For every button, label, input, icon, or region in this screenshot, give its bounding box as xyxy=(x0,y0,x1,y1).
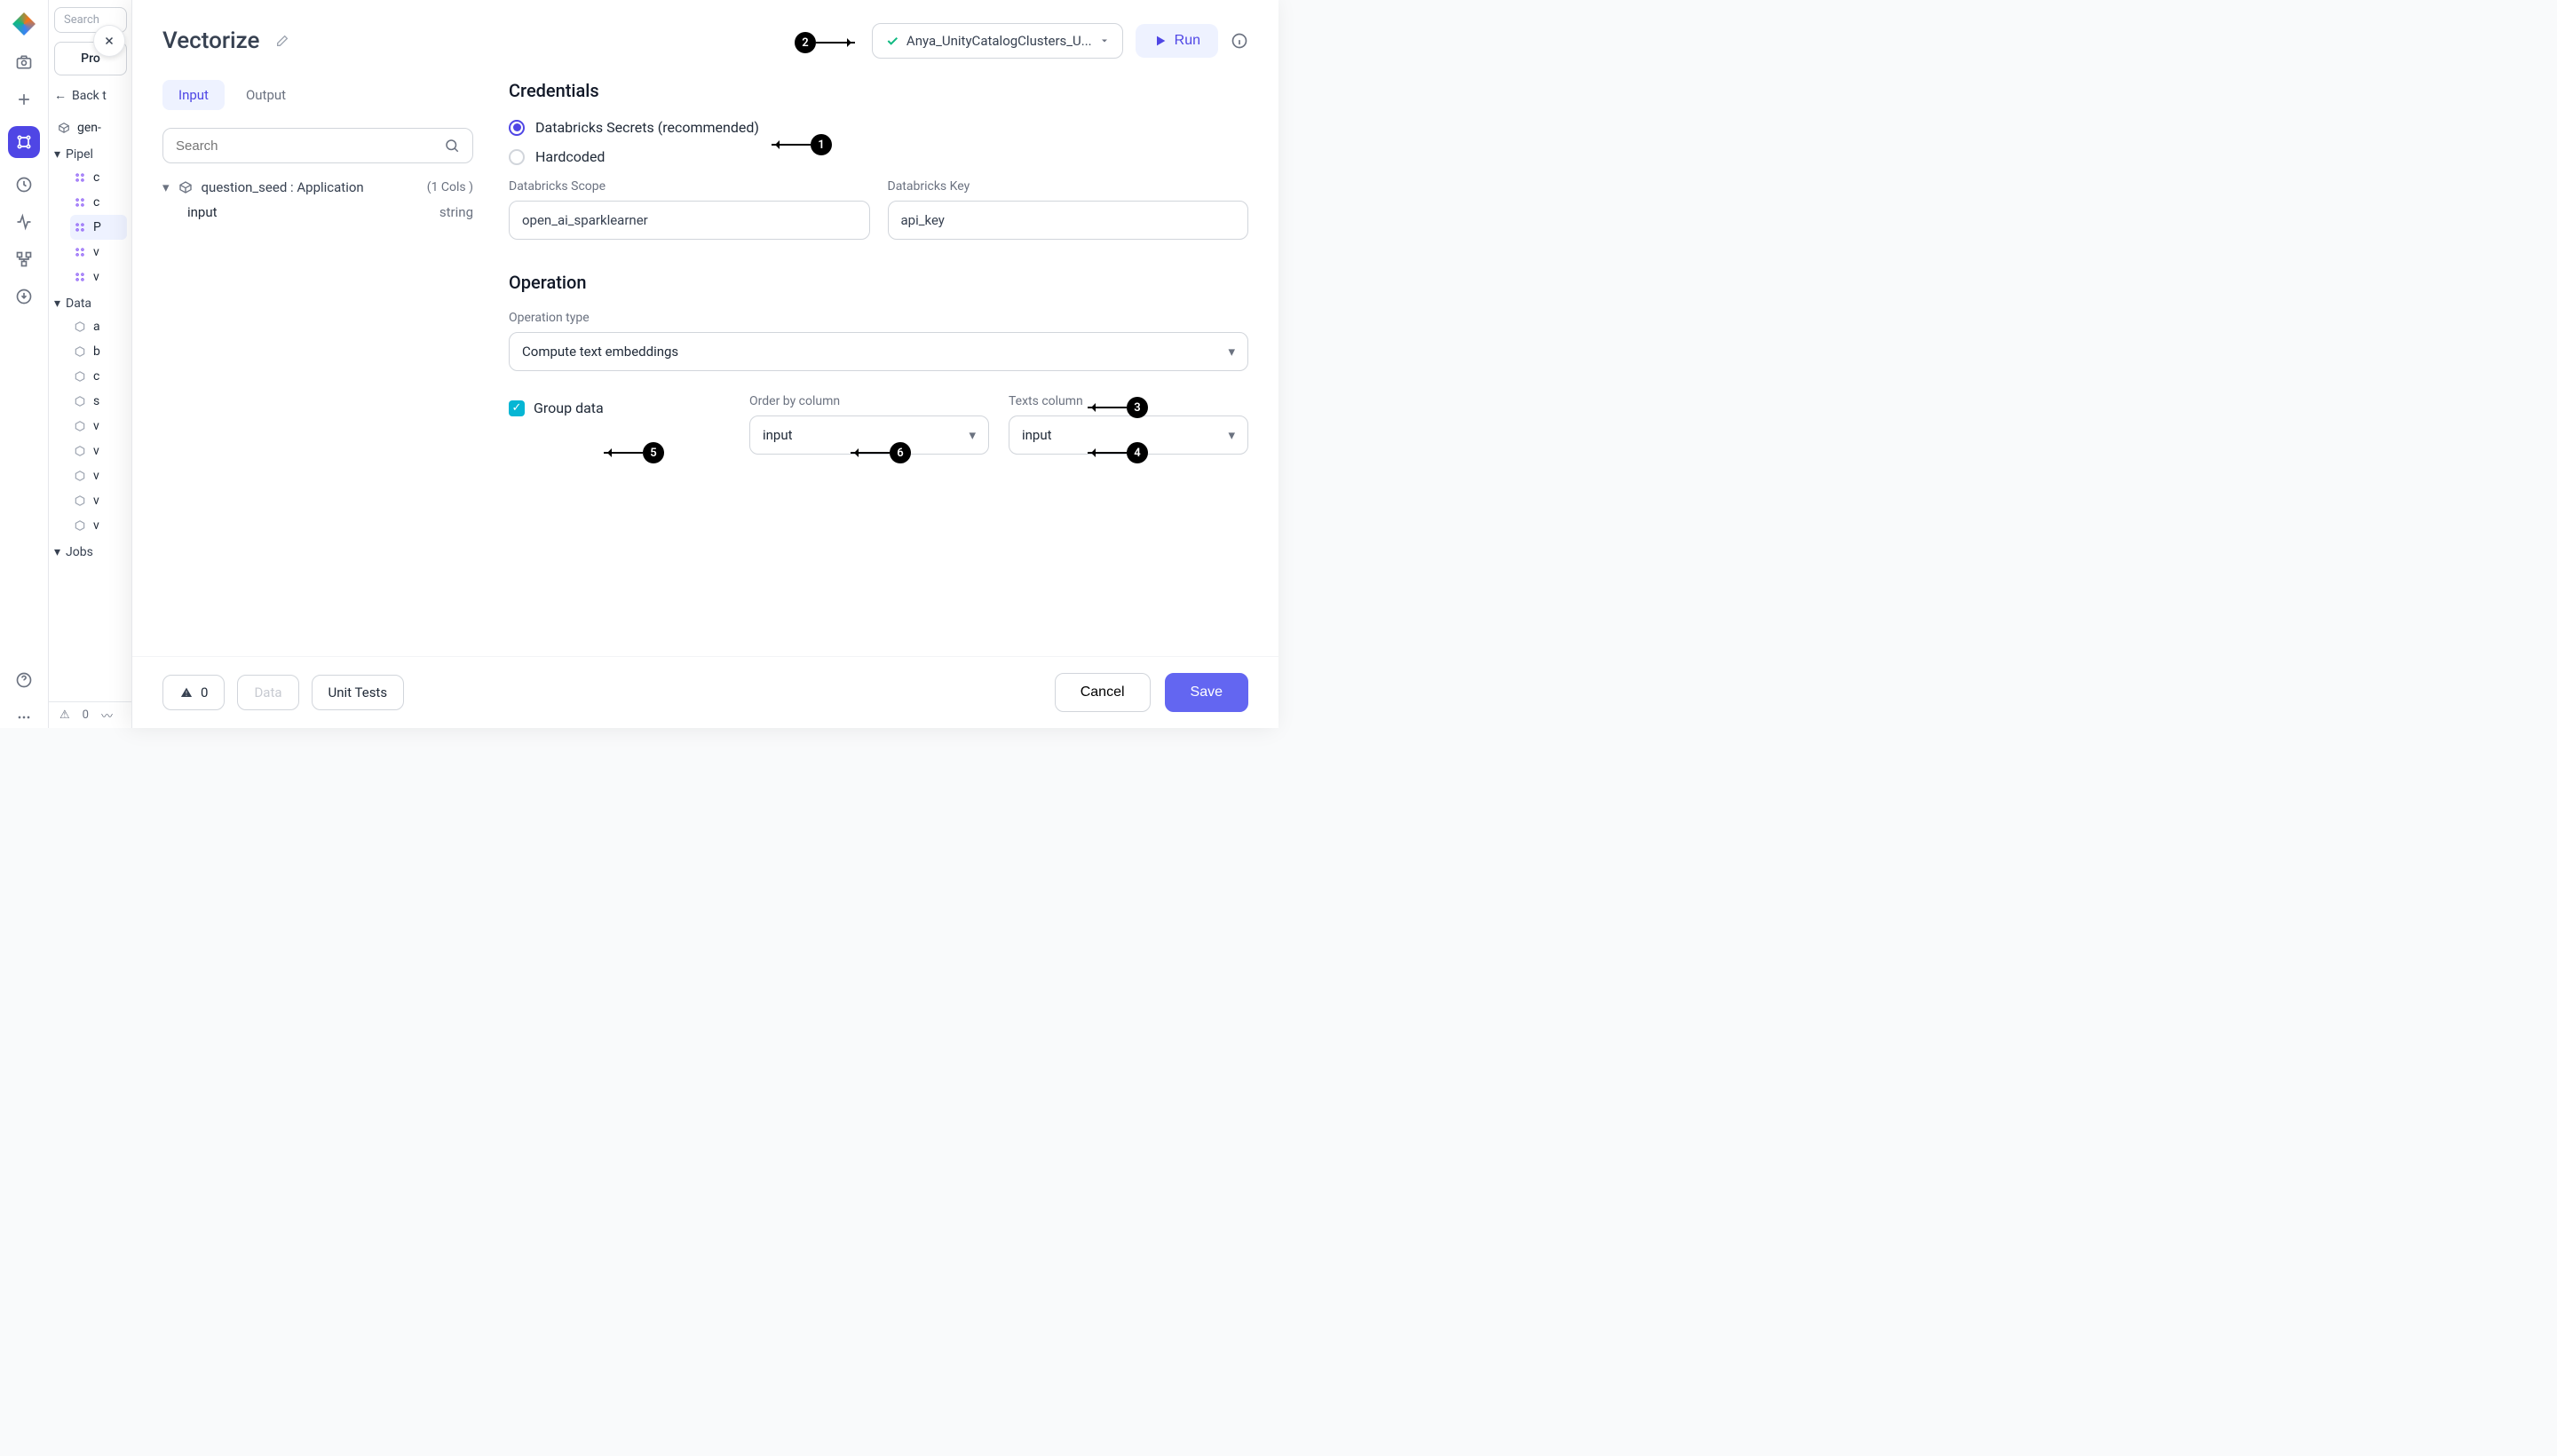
warning-icon: ⚠ xyxy=(59,708,70,722)
credentials-heading: Credentials xyxy=(509,80,1248,101)
group-data-checkbox[interactable]: ✓ Group data xyxy=(509,394,730,416)
info-icon[interactable] xyxy=(1231,32,1248,50)
radio-icon xyxy=(509,120,525,136)
dataset-item[interactable]: c xyxy=(70,364,127,389)
section-datasets[interactable]: ▾Data xyxy=(54,297,127,311)
texts-column-label: Texts column xyxy=(1009,394,1248,408)
dataset-item[interactable]: b xyxy=(70,339,127,364)
tab-input[interactable]: Input xyxy=(162,80,225,110)
search-icon xyxy=(444,138,460,154)
dataset-item[interactable]: v xyxy=(70,439,127,463)
nodes-icon[interactable] xyxy=(13,249,35,270)
scope-input[interactable]: open_ai_sparklearner xyxy=(509,201,870,240)
warning-count: 0 xyxy=(83,708,89,722)
operation-type-select[interactable]: Compute text embeddings ▾ xyxy=(509,332,1248,371)
order-by-select[interactable]: input▾ xyxy=(749,415,989,455)
help-icon[interactable] xyxy=(13,669,35,691)
pipeline-item[interactable]: v xyxy=(70,240,127,265)
dataset-item[interactable]: v xyxy=(70,463,127,488)
pipeline-item[interactable]: c xyxy=(70,190,127,215)
pipeline-item[interactable]: P xyxy=(70,215,127,240)
dataset-item[interactable]: v xyxy=(70,488,127,513)
dataset-item[interactable]: v xyxy=(70,414,127,439)
tree-root[interactable]: gen- xyxy=(54,115,127,140)
section-jobs[interactable]: ▾Jobs xyxy=(54,545,127,559)
config-form: Credentials Databricks Secrets (recommen… xyxy=(509,67,1248,656)
vectorize-panel: Vectorize Anya_UnityCatalogClusters_U...… xyxy=(131,0,1278,728)
cluster-name: Anya_UnityCatalogClusters_U... xyxy=(906,33,1092,49)
back-link[interactable]: ←Back t xyxy=(54,88,127,103)
operation-type-label: Operation type xyxy=(509,311,590,325)
chevron-down-icon xyxy=(1099,36,1110,46)
play-icon xyxy=(1153,34,1168,48)
texts-column-select[interactable]: input▾ xyxy=(1009,415,1248,455)
nav-rail xyxy=(0,0,49,728)
key-input[interactable]: api_key xyxy=(888,201,1249,240)
save-button[interactable]: Save xyxy=(1165,673,1248,712)
pipeline-item[interactable]: c xyxy=(70,165,127,190)
unit-tests-button[interactable]: Unit Tests xyxy=(312,675,405,710)
tab-output[interactable]: Output xyxy=(230,80,302,110)
sidebar: Search Pro ←Back t gen- ▾Pipel c c P v v… xyxy=(49,0,133,728)
run-button[interactable]: Run xyxy=(1136,24,1218,58)
more-icon[interactable] xyxy=(13,707,35,728)
cancel-button[interactable]: Cancel xyxy=(1055,673,1151,712)
app-logo xyxy=(12,12,36,36)
activity-icon[interactable] xyxy=(13,211,35,233)
operation-heading: Operation xyxy=(509,272,1248,293)
key-label: Databricks Key xyxy=(888,179,1249,194)
download-icon[interactable] xyxy=(13,286,35,307)
pipeline-icon[interactable] xyxy=(8,126,40,158)
data-button[interactable]: Data xyxy=(237,675,298,710)
scope-label: Databricks Scope xyxy=(509,179,870,194)
pipeline-item[interactable]: v xyxy=(70,265,127,289)
dataset-item[interactable]: s xyxy=(70,389,127,414)
panel-title: Vectorize xyxy=(162,28,259,54)
schema-header[interactable]: ▾ question_seed : Application (1 Cols ) xyxy=(162,179,473,195)
check-icon xyxy=(885,34,899,48)
cube-icon xyxy=(178,180,193,194)
plus-icon[interactable] xyxy=(13,89,35,110)
dataset-item[interactable]: a xyxy=(70,314,127,339)
schema-search[interactable] xyxy=(162,128,473,163)
diagnostics-button[interactable]: 0 xyxy=(162,675,225,710)
radio-icon xyxy=(509,149,525,165)
camera-icon[interactable] xyxy=(13,51,35,73)
checkbox-icon: ✓ xyxy=(509,400,525,416)
search-input[interactable] xyxy=(176,138,437,154)
warning-icon xyxy=(179,685,194,700)
radio-hardcoded[interactable]: Hardcoded xyxy=(509,148,1248,165)
cluster-select[interactable]: Anya_UnityCatalogClusters_U... xyxy=(872,23,1123,59)
clock-icon[interactable] xyxy=(13,174,35,195)
section-pipelines[interactable]: ▾Pipel xyxy=(54,147,127,162)
edit-icon[interactable] xyxy=(275,34,289,48)
panel-header: Vectorize Anya_UnityCatalogClusters_U...… xyxy=(132,0,1278,67)
radio-databricks-secrets[interactable]: Databricks Secrets (recommended) xyxy=(509,119,1248,136)
status-activity-icon: 〰 xyxy=(101,707,113,724)
left-column: Input Output ▾ question_seed : Applicati… xyxy=(162,67,473,656)
order-by-label: Order by column xyxy=(749,394,989,408)
dataset-item[interactable]: v xyxy=(70,513,127,538)
close-button[interactable] xyxy=(93,25,125,57)
schema-column[interactable]: input string xyxy=(162,195,473,220)
panel-footer: 0 Data Unit Tests Cancel Save xyxy=(132,656,1278,728)
tabs: Input Output xyxy=(162,80,473,110)
